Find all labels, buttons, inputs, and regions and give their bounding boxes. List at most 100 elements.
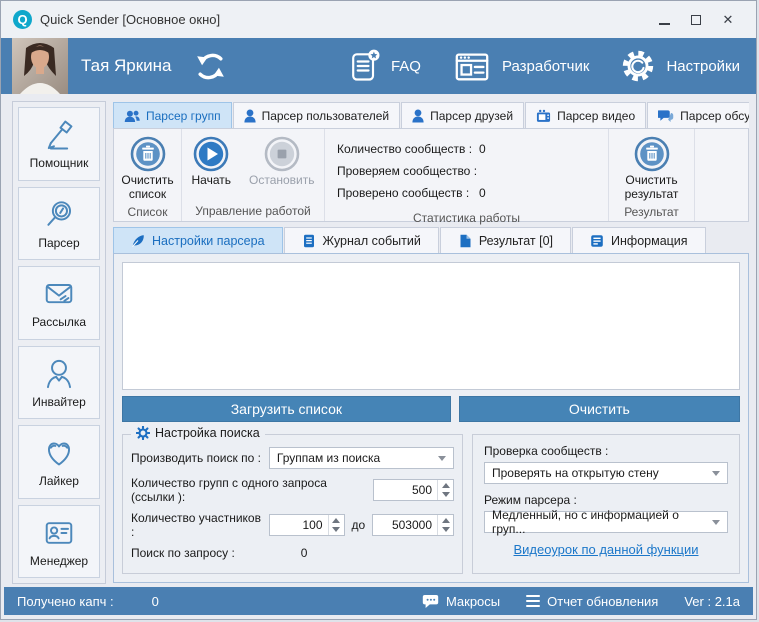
settings-label: Настройки — [666, 58, 740, 75]
user-avatar[interactable] — [12, 38, 68, 94]
subtab-label: Журнал событий — [323, 234, 421, 248]
play-circle-icon — [193, 136, 229, 172]
envelope-icon — [39, 276, 79, 312]
maximize-button[interactable] — [680, 7, 712, 33]
group-caption: Управление работой — [182, 201, 324, 221]
maximize-icon — [691, 15, 701, 25]
close-button[interactable]: ✕ — [712, 7, 744, 33]
refresh-icon[interactable] — [192, 48, 229, 85]
sidebar-item-mailing[interactable]: Рассылка — [18, 266, 100, 340]
search-settings-title: Настройка поиска — [155, 426, 260, 440]
chevron-down-icon — [712, 471, 720, 476]
stepper-arrows[interactable] — [328, 515, 344, 535]
step-down-icon — [442, 492, 450, 497]
stat-row: Проверено сообществ : 0 — [337, 186, 598, 200]
parser-mode-label: Режим парсера : — [484, 493, 728, 507]
tab-parser-users[interactable]: Парсер пользователей — [233, 102, 401, 128]
settings-button[interactable]: Настройки — [619, 47, 740, 85]
clear-list-button[interactable]: Очистить список — [114, 136, 181, 202]
parser-mode-value: Медленный, но с информацией о груп... — [492, 508, 712, 536]
search-settings-legend: Настройка поиска — [131, 426, 265, 440]
community-check-select[interactable]: Проверять на открытую стену — [484, 462, 728, 484]
chevron-down-icon — [438, 456, 446, 461]
sidebar-item-label: Рассылка — [32, 315, 86, 329]
search-by-select[interactable]: Группам из поиска — [269, 447, 454, 469]
stat-label: Количество сообществ : — [337, 142, 479, 156]
stat-row: Количество сообществ : 0 — [337, 142, 598, 156]
tab-parser-groups[interactable]: Парсер групп — [113, 102, 232, 128]
stat-value: 0 — [479, 186, 486, 200]
group-list-input[interactable] — [122, 262, 740, 390]
macros-label: Макросы — [446, 594, 500, 609]
start-label: Начать — [192, 174, 232, 188]
developer-button[interactable]: Разработчик — [451, 47, 589, 85]
sidebar-item-helper[interactable]: Помощник — [18, 107, 100, 181]
header-nav: FAQ Разработчик Настройки — [346, 47, 756, 85]
query-search-row: Поиск по запросу : 0 — [131, 546, 454, 560]
stepper-arrows[interactable] — [437, 515, 453, 535]
step-up-icon — [442, 483, 450, 488]
person-icon — [39, 356, 79, 392]
user-icon — [412, 109, 424, 123]
faq-button[interactable]: FAQ — [346, 48, 421, 84]
settings-row: Настройка поиска Производить поиск по : … — [122, 434, 740, 574]
stop-button[interactable]: Остановить — [249, 136, 315, 188]
sidebar-item-label: Менеджер — [30, 554, 88, 568]
tab-parser-discussions[interactable]: Парсер обсужд — [647, 102, 749, 128]
clear-button[interactable]: Очистить — [459, 396, 740, 422]
search-by-value: Группам из поиска — [277, 451, 380, 465]
stat-label: Проверяем сообщество : — [337, 164, 479, 178]
minimize-button[interactable] — [648, 7, 680, 33]
load-list-button[interactable]: Загрузить список — [122, 396, 451, 422]
search-by-label: Производить поиск по : — [131, 451, 261, 465]
search-by-row: Производить поиск по : Группам из поиска — [131, 447, 454, 469]
macros-button[interactable]: Макросы — [422, 594, 500, 609]
members-max-stepper[interactable]: 503000 — [372, 514, 454, 536]
status-bar-right: Макросы Отчет обновления Ver : 2.1a — [422, 594, 740, 609]
sidebar-item-liker[interactable]: Лайкер — [18, 425, 100, 499]
query-search-value: 0 — [301, 546, 308, 560]
parser-settings-panel: Загрузить список Очистить Настройка поис… — [113, 253, 749, 583]
sidebar-item-parser[interactable]: Парсер — [18, 187, 100, 261]
update-report-button[interactable]: Отчет обновления — [526, 594, 658, 609]
group-caption: Список — [114, 202, 181, 222]
stepper-arrows[interactable] — [437, 480, 453, 500]
sidebar: Помощник Парсер Рассылка Инвайтер Лайкер… — [12, 101, 106, 584]
parser-mode-select[interactable]: Медленный, но с информацией о груп... — [484, 511, 728, 533]
ribbon-group-control: Начать Остановить Управление работой — [182, 129, 325, 221]
clear-result-label: Очистить результат — [617, 174, 687, 202]
members-count-row: Количество участников : 100 до 503000 — [131, 511, 454, 539]
sidebar-item-manager[interactable]: Менеджер — [18, 505, 100, 579]
user-icon — [244, 109, 256, 123]
ribbon-toolbar: Очистить список Список Начать Остановить — [113, 128, 749, 222]
trash-circle-icon — [130, 136, 166, 172]
video-tutorial-link[interactable]: Видеоурок по данной функции — [484, 542, 728, 557]
username-label: Тая Яркина — [81, 56, 172, 76]
subtab-label: Результат [0] — [479, 234, 553, 248]
tab-parser-friends[interactable]: Парсер друзей — [401, 102, 524, 128]
subtab-parser-settings[interactable]: Настройки парсера — [113, 227, 283, 254]
tab-label: Парсер пользователей — [262, 109, 390, 123]
members-to-label: до — [352, 518, 366, 532]
ribbon-group-result: Очистить результат Результат — [609, 129, 695, 221]
tab-parser-video[interactable]: Парсер видео — [525, 102, 646, 128]
group-caption: Статистика работы — [325, 208, 608, 228]
subtab-event-log[interactable]: Журнал событий — [284, 227, 439, 254]
members-min-stepper[interactable]: 100 — [269, 514, 344, 536]
tab-label: Парсер друзей — [430, 109, 513, 123]
inner-tabstrip: Настройки парсера Журнал событий Результ… — [113, 227, 707, 254]
clear-result-button[interactable]: Очистить результат — [617, 136, 687, 202]
subtab-information[interactable]: Информация — [572, 227, 706, 254]
captcha-label: Получено капч : — [17, 594, 114, 609]
groups-per-request-label: Количество групп с одного запроса (ссылк… — [131, 476, 373, 504]
sidebar-item-label: Инвайтер — [32, 395, 86, 409]
id-card-icon — [39, 515, 79, 551]
subtab-result[interactable]: Результат [0] — [440, 227, 571, 254]
version-label: Ver : 2.1a — [684, 594, 740, 609]
sidebar-item-inviter[interactable]: Инвайтер — [18, 346, 100, 420]
step-down-icon — [332, 527, 340, 532]
start-button[interactable]: Начать — [192, 136, 232, 188]
settings-gear-icon — [619, 47, 657, 85]
sidebar-item-label: Парсер — [38, 236, 79, 250]
groups-per-request-stepper[interactable]: 500 — [373, 479, 454, 501]
